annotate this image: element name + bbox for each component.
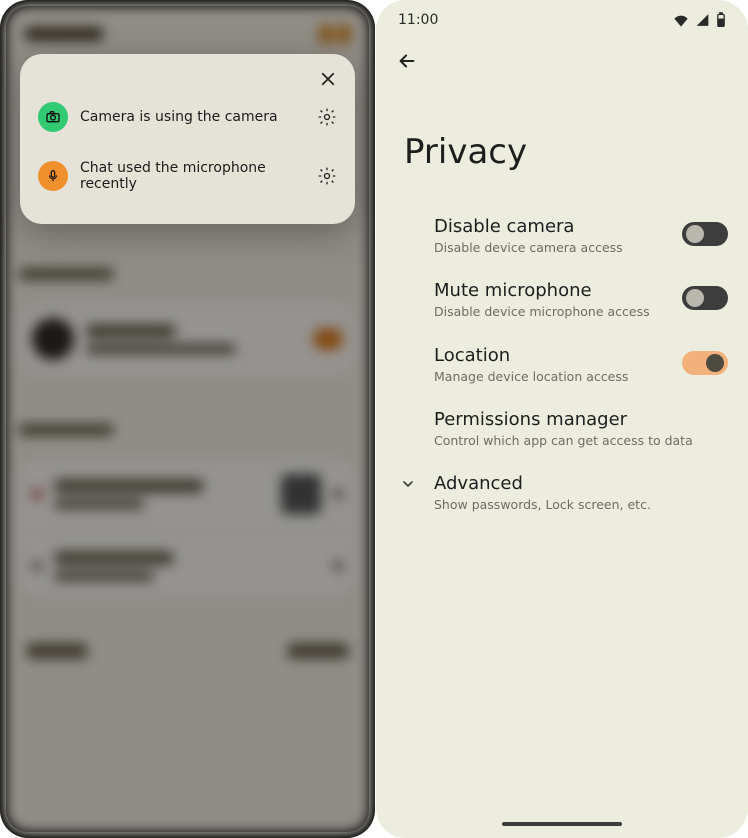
navigation-handle[interactable] bbox=[502, 822, 622, 826]
gear-icon[interactable] bbox=[317, 166, 337, 186]
pref-subtitle: Disable device microphone access bbox=[434, 304, 668, 320]
pref-title: Disable camera bbox=[434, 216, 668, 237]
back-icon[interactable] bbox=[396, 50, 728, 72]
signal-icon bbox=[695, 13, 710, 27]
pref-subtitle: Show passwords, Lock screen, etc. bbox=[434, 497, 728, 513]
wifi-icon bbox=[673, 13, 689, 27]
microphone-notification-text: Chat used the microphone recently bbox=[80, 160, 305, 192]
privacy-indicator-popup: Camera is using the camera Chat used the… bbox=[20, 54, 355, 224]
pref-title: Permissions manager bbox=[434, 409, 728, 430]
camera-icon bbox=[38, 102, 68, 132]
pref-location[interactable]: Location Manage device location access bbox=[396, 345, 728, 385]
pref-advanced[interactable]: Advanced Show passwords, Lock screen, et… bbox=[396, 473, 728, 513]
camera-notification-text: Camera is using the camera bbox=[80, 109, 305, 125]
pref-subtitle: Control which app can get access to data bbox=[434, 433, 728, 449]
battery-icon bbox=[716, 12, 726, 28]
status-time: 11:00 bbox=[398, 12, 438, 28]
pref-title: Location bbox=[434, 345, 668, 366]
pref-permissions-manager[interactable]: Permissions manager Control which app ca… bbox=[396, 409, 728, 449]
camera-toggle[interactable] bbox=[682, 222, 728, 246]
pref-title: Advanced bbox=[434, 473, 728, 494]
pref-title: Mute microphone bbox=[434, 280, 668, 301]
pref-mute-microphone[interactable]: Mute microphone Disable device microphon… bbox=[396, 280, 728, 320]
camera-notification-row[interactable]: Camera is using the camera bbox=[38, 88, 337, 146]
right-phone-frame: 11:00 Privacy bbox=[375, 0, 748, 838]
pref-subtitle: Manage device location access bbox=[434, 369, 668, 385]
status-bar: 11:00 bbox=[376, 0, 748, 36]
microphone-toggle[interactable] bbox=[682, 286, 728, 310]
chevron-down-icon bbox=[396, 473, 420, 492]
pref-subtitle: Disable device camera access bbox=[434, 240, 668, 256]
left-phone-frame: Camera is using the camera Chat used the… bbox=[0, 0, 375, 838]
page-title: Privacy bbox=[376, 72, 748, 216]
gear-icon[interactable] bbox=[317, 107, 337, 127]
microphone-notification-row[interactable]: Chat used the microphone recently bbox=[38, 146, 337, 206]
pref-disable-camera[interactable]: Disable camera Disable device camera acc… bbox=[396, 216, 728, 256]
microphone-icon bbox=[38, 161, 68, 191]
close-icon[interactable] bbox=[319, 70, 337, 88]
location-toggle[interactable] bbox=[682, 351, 728, 375]
